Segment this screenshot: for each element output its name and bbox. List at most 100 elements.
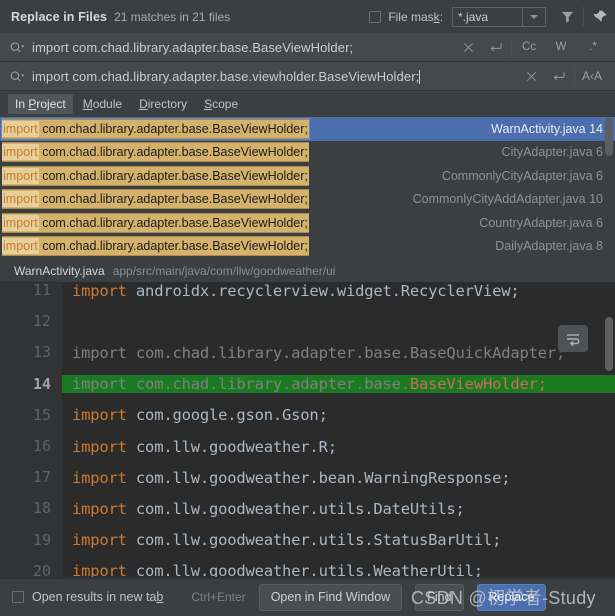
find-field-actions: Cc W .* — [454, 33, 615, 61]
header-right-controls: File mask: *.java — [369, 0, 615, 33]
line-number: 16 — [0, 430, 62, 463]
line-number: 18 — [0, 493, 62, 525]
code-line: 17 import com.llw.goodweather.bean.Warni… — [0, 462, 615, 494]
code-preview[interactable]: 11 import androidx.recyclerview.widget.R… — [0, 283, 615, 577]
code-scrollbar[interactable] — [605, 317, 613, 371]
match-keyword: import — [2, 167, 39, 184]
scope-tab-in-project[interactable]: In Project — [8, 94, 73, 114]
code-line-current-match: 14 import com.chad.library.adapter.base.… — [0, 368, 615, 400]
result-file-label: CommonlyCityAdapter.java 6 — [441, 168, 603, 183]
table-row[interactable]: import com.chad.library.adapter.base.Bas… — [0, 117, 615, 141]
result-file-label: CountryAdapter.java 6 — [479, 215, 603, 230]
match-rest: com.chad.library.adapter.base.BaseViewHo… — [38, 215, 308, 230]
file-mask-label: File mask: — [388, 9, 443, 24]
scope-tab-scope[interactable]: Scope — [197, 94, 245, 114]
header-separator — [583, 7, 584, 26]
code-keyword: import — [72, 375, 127, 394]
match-keyword: import — [2, 144, 39, 161]
preview-file-name: WarnActivity.java — [14, 264, 105, 278]
code-keyword: import — [72, 562, 127, 577]
scope-tab-directory[interactable]: Directory — [132, 94, 194, 114]
match-keyword: import — [2, 191, 39, 208]
match-rest: com.chad.library.adapter.base.BaseViewHo… — [38, 121, 308, 136]
file-mask-checkbox[interactable] — [369, 10, 382, 23]
preview-directory: app/src/main/java/com/llw/goodweather/ui — [112, 264, 336, 278]
code-text: import com.chad.library.adapter.base.Bas… — [62, 344, 615, 362]
code-text: import com.google.gson.Gson; — [62, 406, 615, 424]
code-keyword: import — [72, 406, 127, 425]
code-line: 19 import com.llw.goodweather.utils.Stat… — [0, 524, 615, 556]
code-text: import com.chad.library.adapter.base.Bas… — [62, 375, 615, 394]
find-actions-separator — [511, 37, 512, 57]
replace-actions-separator — [574, 66, 575, 86]
match-keyword: import — [2, 120, 39, 137]
table-row[interactable]: import com.chad.library.adapter.base.Bas… — [0, 141, 615, 165]
code-keyword: import — [72, 499, 127, 518]
code-rest: com.chad.library.adapter.base.BaseQuickA… — [126, 343, 566, 362]
replace-button[interactable]: Replace — [476, 583, 547, 611]
table-row[interactable]: import com.chad.library.adapter.base.Bas… — [0, 188, 615, 212]
code-match-token: BaseViewHolder; — [409, 375, 547, 394]
find-history-icon[interactable] — [482, 33, 510, 61]
search-dropdown-icon[interactable] — [0, 69, 30, 84]
line-number: 19 — [0, 524, 62, 556]
code-rest: com.llw.goodweather.utils.DateUtils; — [126, 499, 465, 518]
open-in-new-tab-label: Open results in new tab — [32, 590, 164, 604]
code-keyword: import — [72, 531, 127, 550]
code-text: import com.llw.goodweather.utils.StatusB… — [62, 531, 615, 549]
clear-replace-icon[interactable] — [517, 62, 545, 90]
code-keyword: import — [72, 437, 127, 456]
chevron-down-icon[interactable] — [522, 7, 545, 26]
find-input[interactable]: import com.chad.library.adapter.base.Bas… — [30, 40, 454, 55]
code-line: 16 import com.llw.goodweather.R; — [0, 430, 615, 463]
preserve-case-toggle[interactable]: A‹A — [576, 62, 615, 90]
regex-toggle[interactable]: .* — [577, 33, 615, 61]
pin-icon[interactable] — [585, 0, 615, 33]
line-number: 11 — [0, 283, 62, 307]
open-in-new-tab-checkbox[interactable] — [12, 591, 24, 603]
results-scrollbar[interactable] — [605, 118, 613, 156]
match-count-label: 21 matches in 21 files — [114, 9, 231, 24]
find-button[interactable]: Find — [415, 583, 464, 611]
code-line: 13 import com.chad.library.adapter.base.… — [0, 337, 615, 369]
open-in-find-window-button[interactable]: Open in Find Window — [258, 583, 403, 611]
result-file-label: WarnActivity.java 14 — [491, 121, 603, 136]
funnel-icon[interactable] — [552, 0, 582, 33]
match-preview: import com.chad.library.adapter.base.Bas… — [2, 212, 309, 233]
match-preview: import com.chad.library.adapter.base.Bas… — [2, 142, 309, 163]
code-rest: androidx.recyclerview.widget.RecyclerVie… — [126, 283, 520, 300]
match-preview: import com.chad.library.adapter.base.Bas… — [2, 118, 309, 139]
match-case-toggle[interactable]: Cc — [513, 33, 545, 61]
code-line: 20 import com.llw.goodweather.utils.Weat… — [0, 555, 615, 577]
page-title: Replace in Files — [11, 9, 108, 24]
result-file-label: DailyAdapter.java 8 — [495, 239, 603, 254]
code-line: 15 import com.google.gson.Gson; — [0, 399, 615, 431]
table-row[interactable]: import com.chad.library.adapter.base.Bas… — [0, 164, 615, 188]
replace-input-value[interactable]: import com.chad.library.adapter.base.vie… — [32, 69, 419, 84]
replace-input[interactable]: import com.chad.library.adapter.base.vie… — [30, 69, 517, 84]
replace-history-icon[interactable] — [545, 62, 573, 90]
soft-wrap-icon[interactable] — [558, 325, 588, 352]
code-keyword: import — [72, 468, 127, 487]
search-dropdown-icon[interactable] — [0, 40, 30, 55]
line-number: 17 — [0, 462, 62, 494]
replace-field-row[interactable]: import com.chad.library.adapter.base.vie… — [0, 62, 615, 91]
result-file-label: CommonlyCityAddAdapter.java 10 — [412, 192, 603, 207]
line-number: 12 — [0, 306, 62, 338]
code-text: import com.llw.goodweather.bean.WarningR… — [62, 469, 615, 487]
code-line: 12 — [0, 306, 615, 338]
words-toggle[interactable]: W — [545, 33, 577, 61]
table-row[interactable]: import com.chad.library.adapter.base.Bas… — [0, 235, 615, 259]
match-keyword: import — [2, 238, 39, 255]
table-row[interactable]: import com.chad.library.adapter.base.Bas… — [0, 211, 615, 235]
footer-divider — [0, 578, 615, 579]
file-mask-value[interactable]: *.java — [453, 8, 522, 26]
scope-tab-module[interactable]: Module — [76, 94, 129, 114]
find-field-row[interactable]: import com.chad.library.adapter.base.Bas… — [0, 33, 615, 62]
match-preview: import com.chad.library.adapter.base.Bas… — [2, 165, 309, 186]
file-mask-combo[interactable]: *.java — [452, 6, 546, 27]
results-list[interactable]: import com.chad.library.adapter.base.Bas… — [0, 117, 615, 260]
code-lines: 11 import androidx.recyclerview.widget.R… — [0, 283, 615, 577]
code-keyword: import — [72, 283, 127, 300]
clear-find-icon[interactable] — [454, 33, 482, 61]
